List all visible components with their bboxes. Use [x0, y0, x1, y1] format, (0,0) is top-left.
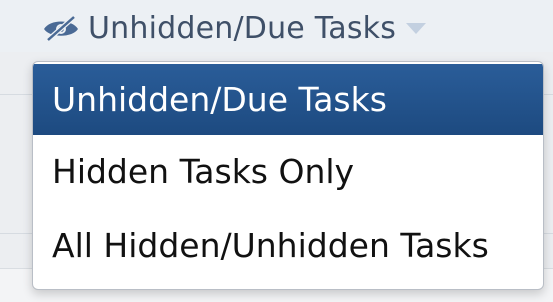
task-filter-dropdown[interactable]: Unhidden/Due Tasks	[42, 8, 427, 48]
task-filter-menu: Unhidden/Due Tasks Hidden Tasks Only All…	[32, 61, 544, 290]
menu-item-all-hidden-unhidden-tasks[interactable]: All Hidden/Unhidden Tasks	[33, 209, 543, 281]
menu-item-unhidden-due-tasks[interactable]: Unhidden/Due Tasks	[33, 64, 543, 135]
menu-item-hidden-tasks-only[interactable]: Hidden Tasks Only	[33, 135, 543, 207]
task-filter-label: Unhidden/Due Tasks	[88, 10, 397, 46]
eye-hidden-icon	[42, 14, 80, 42]
toolbar: Unhidden/Due Tasks	[0, 0, 553, 52]
chevron-down-icon	[406, 22, 427, 34]
